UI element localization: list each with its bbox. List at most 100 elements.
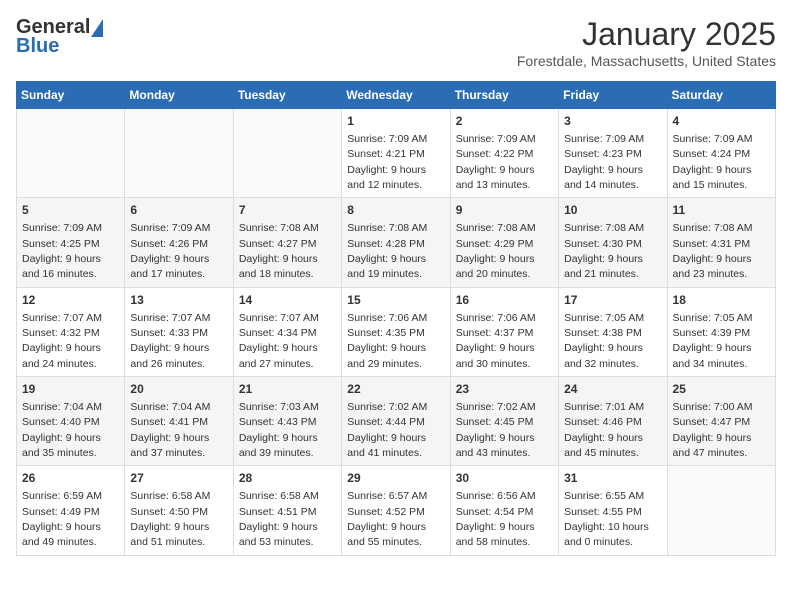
- day-number: 23: [456, 381, 553, 398]
- calendar-week-row-4: 26 Sunrise: 6:59 AM Sunset: 4:49 PM Dayli…: [17, 466, 776, 555]
- calendar-cell: 20 Sunrise: 7:04 AM Sunset: 4:41 PM Dayli…: [125, 377, 233, 466]
- calendar-cell: 2 Sunrise: 7:09 AM Sunset: 4:22 PM Daylig…: [450, 109, 558, 198]
- location-title: Forestdale, Massachusetts, United States: [517, 53, 776, 69]
- calendar-cell: 17 Sunrise: 7:05 AM Sunset: 4:38 PM Dayli…: [559, 287, 667, 376]
- calendar-cell: 11 Sunrise: 7:08 AM Sunset: 4:31 PM Dayli…: [667, 198, 775, 287]
- calendar-cell: 10 Sunrise: 7:08 AM Sunset: 4:30 PM Dayli…: [559, 198, 667, 287]
- day-info: Sunrise: 7:08 AM Sunset: 4:29 PM Dayligh…: [456, 222, 536, 280]
- day-info: Sunrise: 7:09 AM Sunset: 4:24 PM Dayligh…: [673, 133, 753, 191]
- day-number: 9: [456, 202, 553, 219]
- day-number: 19: [22, 381, 119, 398]
- day-info: Sunrise: 7:09 AM Sunset: 4:26 PM Dayligh…: [130, 222, 210, 280]
- calendar-cell: 12Sunrise: 7:07 AM Sunset: 4:32 PM Dayli…: [17, 287, 125, 376]
- day-info: Sunrise: 7:02 AM Sunset: 4:45 PM Dayligh…: [456, 401, 536, 459]
- day-info: Sunrise: 7:08 AM Sunset: 4:31 PM Dayligh…: [673, 222, 753, 280]
- calendar-table: SundayMondayTuesdayWednesdayThursdayFrid…: [16, 81, 776, 556]
- day-number: 3: [564, 113, 661, 130]
- weekday-header-thursday: Thursday: [450, 82, 558, 109]
- calendar-cell: 3Sunrise: 7:09 AM Sunset: 4:23 PM Daylig…: [559, 109, 667, 198]
- day-info: Sunrise: 7:08 AM Sunset: 4:30 PM Dayligh…: [564, 222, 644, 280]
- calendar-week-row-3: 19 Sunrise: 7:04 AM Sunset: 4:40 PM Dayli…: [17, 377, 776, 466]
- day-info: Sunrise: 7:09 AM Sunset: 4:22 PM Dayligh…: [456, 133, 536, 191]
- day-number: 26: [22, 470, 119, 487]
- day-number: 24: [564, 381, 661, 398]
- weekday-header-tuesday: Tuesday: [233, 82, 341, 109]
- day-number: 2: [456, 113, 553, 130]
- day-info: Sunrise: 7:03 AM Sunset: 4:43 PM Dayligh…: [239, 401, 319, 459]
- logo-triangle-icon: [91, 19, 103, 37]
- day-number: 14: [239, 292, 336, 309]
- weekday-header-wednesday: Wednesday: [342, 82, 450, 109]
- weekday-header-saturday: Saturday: [667, 82, 775, 109]
- day-number: 4: [673, 113, 770, 130]
- weekday-header-sunday: Sunday: [17, 82, 125, 109]
- calendar-cell: 30Sunrise: 6:56 AM Sunset: 4:54 PM Dayli…: [450, 466, 558, 555]
- day-number: 10: [564, 202, 661, 219]
- day-info: Sunrise: 6:55 AM Sunset: 4:55 PM Dayligh…: [564, 490, 649, 548]
- month-title: January 2025: [517, 16, 776, 53]
- day-number: 17: [564, 292, 661, 309]
- weekday-header-row: SundayMondayTuesdayWednesdayThursdayFrid…: [17, 82, 776, 109]
- calendar-cell: [17, 109, 125, 198]
- day-number: 1: [347, 113, 444, 130]
- calendar-cell: 16 Sunrise: 7:06 AM Sunset: 4:37 PM Dayli…: [450, 287, 558, 376]
- day-info: Sunrise: 7:04 AM Sunset: 4:40 PM Dayligh…: [22, 401, 102, 459]
- day-number: 6: [130, 202, 227, 219]
- day-info: Sunrise: 7:05 AM Sunset: 4:38 PM Dayligh…: [564, 312, 644, 370]
- calendar-cell: [667, 466, 775, 555]
- day-info: Sunrise: 7:09 AM Sunset: 4:25 PM Dayligh…: [22, 222, 102, 280]
- weekday-header-friday: Friday: [559, 82, 667, 109]
- calendar-cell: 7Sunrise: 7:08 AM Sunset: 4:27 PM Daylig…: [233, 198, 341, 287]
- day-info: Sunrise: 6:59 AM Sunset: 4:49 PM Dayligh…: [22, 490, 102, 548]
- day-number: 27: [130, 470, 227, 487]
- day-info: Sunrise: 6:58 AM Sunset: 4:51 PM Dayligh…: [239, 490, 319, 548]
- day-number: 7: [239, 202, 336, 219]
- day-info: Sunrise: 7:04 AM Sunset: 4:41 PM Dayligh…: [130, 401, 210, 459]
- day-number: 21: [239, 381, 336, 398]
- calendar-week-row-1: 5 Sunrise: 7:09 AM Sunset: 4:25 PM Daylig…: [17, 198, 776, 287]
- day-number: 11: [673, 202, 770, 219]
- day-number: 5: [22, 202, 119, 219]
- day-number: 13: [130, 292, 227, 309]
- calendar-week-row-0: 1Sunrise: 7:09 AM Sunset: 4:21 PM Daylig…: [17, 109, 776, 198]
- calendar-cell: 21 Sunrise: 7:03 AM Sunset: 4:43 PM Dayli…: [233, 377, 341, 466]
- calendar-cell: 5 Sunrise: 7:09 AM Sunset: 4:25 PM Daylig…: [17, 198, 125, 287]
- day-info: Sunrise: 7:06 AM Sunset: 4:35 PM Dayligh…: [347, 312, 427, 370]
- calendar-week-row-2: 12Sunrise: 7:07 AM Sunset: 4:32 PM Dayli…: [17, 287, 776, 376]
- title-block: January 2025 Forestdale, Massachusetts, …: [517, 16, 776, 69]
- calendar-cell: 14 Sunrise: 7:07 AM Sunset: 4:34 PM Dayli…: [233, 287, 341, 376]
- day-number: 15: [347, 292, 444, 309]
- day-info: Sunrise: 7:08 AM Sunset: 4:28 PM Dayligh…: [347, 222, 427, 280]
- day-info: Sunrise: 7:01 AM Sunset: 4:46 PM Dayligh…: [564, 401, 644, 459]
- day-number: 25: [673, 381, 770, 398]
- calendar-cell: 24 Sunrise: 7:01 AM Sunset: 4:46 PM Dayli…: [559, 377, 667, 466]
- day-info: Sunrise: 7:00 AM Sunset: 4:47 PM Dayligh…: [673, 401, 753, 459]
- calendar-cell: 9 Sunrise: 7:08 AM Sunset: 4:29 PM Daylig…: [450, 198, 558, 287]
- day-number: 18: [673, 292, 770, 309]
- day-info: Sunrise: 7:02 AM Sunset: 4:44 PM Dayligh…: [347, 401, 427, 459]
- day-info: Sunrise: 7:07 AM Sunset: 4:34 PM Dayligh…: [239, 312, 319, 370]
- day-number: 31: [564, 470, 661, 487]
- calendar-cell: 19 Sunrise: 7:04 AM Sunset: 4:40 PM Dayli…: [17, 377, 125, 466]
- day-number: 12: [22, 292, 119, 309]
- day-info: Sunrise: 6:58 AM Sunset: 4:50 PM Dayligh…: [130, 490, 210, 548]
- day-info: Sunrise: 7:05 AM Sunset: 4:39 PM Dayligh…: [673, 312, 753, 370]
- day-number: 22: [347, 381, 444, 398]
- calendar-cell: 29 Sunrise: 6:57 AM Sunset: 4:52 PM Dayli…: [342, 466, 450, 555]
- day-number: 8: [347, 202, 444, 219]
- day-info: Sunrise: 7:06 AM Sunset: 4:37 PM Dayligh…: [456, 312, 536, 370]
- calendar-cell: [233, 109, 341, 198]
- day-number: 29: [347, 470, 444, 487]
- calendar-cell: 23 Sunrise: 7:02 AM Sunset: 4:45 PM Dayli…: [450, 377, 558, 466]
- calendar-cell: 26 Sunrise: 6:59 AM Sunset: 4:49 PM Dayli…: [17, 466, 125, 555]
- page-header: General Blue January 2025 Forestdale, Ma…: [16, 16, 776, 69]
- calendar-cell: 22 Sunrise: 7:02 AM Sunset: 4:44 PM Dayli…: [342, 377, 450, 466]
- day-info: Sunrise: 6:57 AM Sunset: 4:52 PM Dayligh…: [347, 490, 427, 548]
- calendar-cell: 1Sunrise: 7:09 AM Sunset: 4:21 PM Daylig…: [342, 109, 450, 198]
- calendar-cell: [125, 109, 233, 198]
- day-number: 20: [130, 381, 227, 398]
- day-info: Sunrise: 6:56 AM Sunset: 4:54 PM Dayligh…: [456, 490, 536, 548]
- day-number: 28: [239, 470, 336, 487]
- day-number: 16: [456, 292, 553, 309]
- calendar-cell: 6 Sunrise: 7:09 AM Sunset: 4:26 PM Daylig…: [125, 198, 233, 287]
